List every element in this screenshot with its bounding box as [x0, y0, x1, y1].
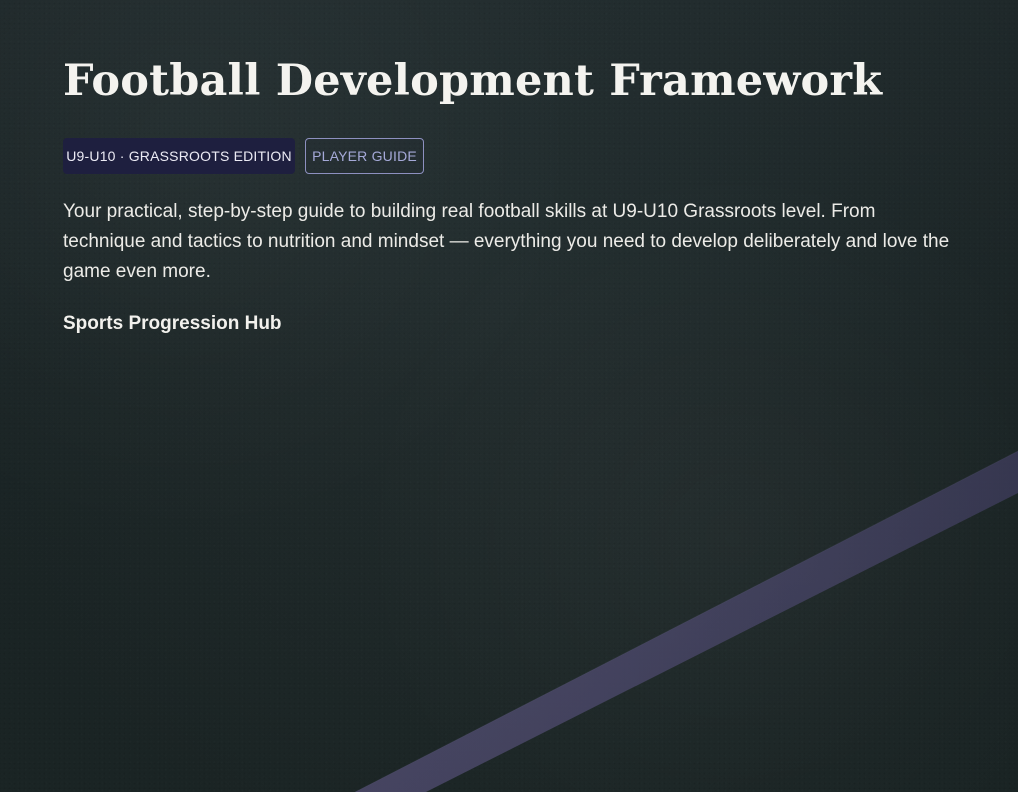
page-title: Football Development Framework: [63, 56, 883, 106]
hero-description: Your practical, step-by-step guide to bu…: [63, 201, 950, 282]
hub-name: Sports Progression Hub: [63, 313, 282, 334]
player-guide-badge: PLAYER GUIDE: [305, 138, 424, 174]
hero-content: Football Development Framework U9-U10 · …: [63, 52, 963, 336]
edition-badge: U9-U10 · GRASSROOTS EDITION: [63, 138, 295, 174]
badge-group: U9-U10 · GRASSROOTS EDITION PLAYER GUIDE: [63, 138, 963, 174]
hero-section: Football Development Framework U9-U10 · …: [0, 0, 1018, 792]
